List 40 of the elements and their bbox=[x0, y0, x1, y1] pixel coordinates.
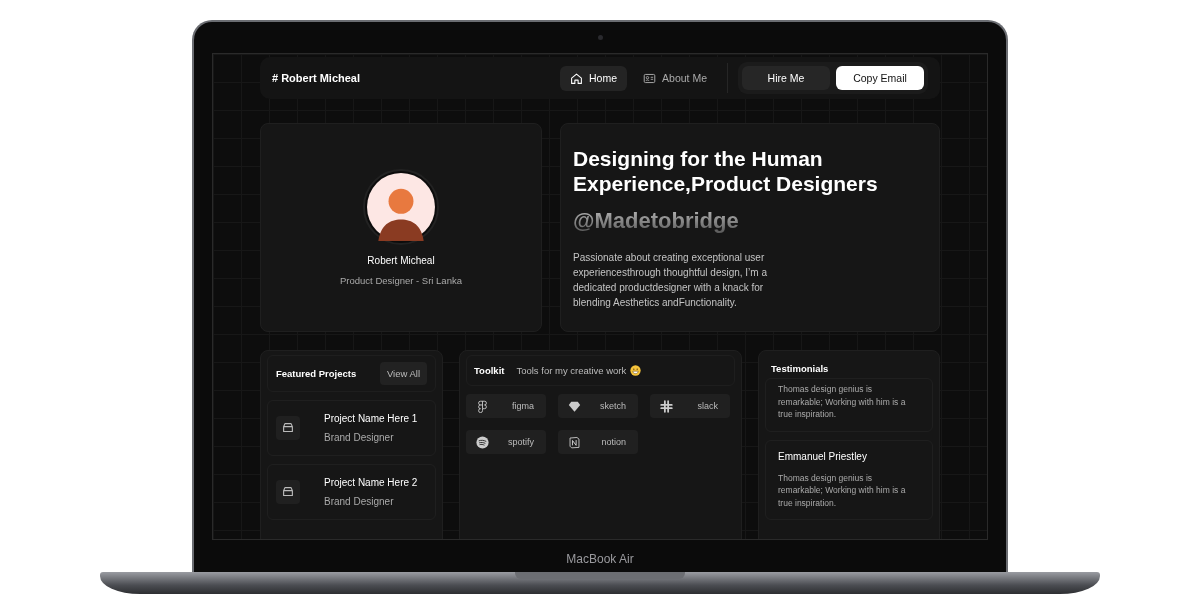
figma-icon bbox=[476, 399, 489, 413]
testimonial-text: Thomas design genius is remarkable; Working with him is a true inspiration. bbox=[778, 383, 907, 421]
brand-name: # Robert Micheal bbox=[272, 72, 361, 84]
bio-paragraph: Passionate about creating exceptional user experiencesthrough thoughtful design, I’m a dedicated productdesigner with a knack for blending Aesthetics andFunctionality. bbox=[573, 251, 768, 310]
id-card-icon bbox=[643, 71, 657, 85]
profile-role: Product Designer - Sri Lanka bbox=[340, 275, 462, 286]
diamond-icon bbox=[568, 399, 581, 413]
project-role: Brand Designer bbox=[324, 432, 395, 443]
panel-title: Featured Projects bbox=[276, 368, 357, 379]
tool-chip: figma bbox=[466, 394, 546, 418]
tool-chip: notion bbox=[558, 430, 638, 454]
device-label: MacBook Air bbox=[566, 552, 634, 566]
project-card[interactable]: Project Name Here 1 Brand Designer bbox=[267, 400, 436, 456]
nav-link[interactable]: About Me bbox=[633, 65, 717, 91]
camera-icon bbox=[597, 35, 603, 40]
notion-icon bbox=[568, 435, 581, 449]
profile-name: Robert Micheal bbox=[367, 255, 435, 266]
project-card[interactable]: Project Name Here 2 Brand Designer bbox=[267, 464, 436, 520]
spotify-icon bbox=[476, 435, 489, 449]
project-name: Project Name Here 1 bbox=[324, 413, 418, 424]
home-icon bbox=[570, 71, 584, 85]
panel-title: Toolkit bbox=[474, 365, 505, 376]
nav-link[interactable]: Home bbox=[560, 65, 628, 91]
view-all-button[interactable]: View All bbox=[379, 362, 427, 385]
project-icon bbox=[276, 416, 300, 440]
tool-chip: sketch bbox=[558, 394, 638, 418]
testimonial-author: Emmanuel Priestley bbox=[778, 450, 868, 462]
testimonial-text: Thomas design genius is remarkable; Working with him is a true inspiration. bbox=[778, 471, 907, 509]
project-name: Project Name Here 2 bbox=[324, 477, 418, 488]
tool-chip: spotify bbox=[466, 430, 546, 454]
slack-icon bbox=[660, 399, 673, 413]
project-icon bbox=[276, 480, 300, 504]
toolkit-subtitle: Tools for my creative work bbox=[516, 365, 627, 376]
copy-email-button[interactable]: Copy Email bbox=[836, 66, 924, 90]
panel-title: Testimonials bbox=[771, 363, 829, 374]
tool-chip: slack bbox=[650, 394, 730, 418]
smiley-icon bbox=[630, 365, 642, 376]
hire-me-button[interactable]: Hire Me bbox=[742, 66, 830, 90]
headline: Designing for the Human Experience,Product Designers bbox=[573, 146, 879, 196]
project-role: Brand Designer bbox=[324, 496, 395, 507]
